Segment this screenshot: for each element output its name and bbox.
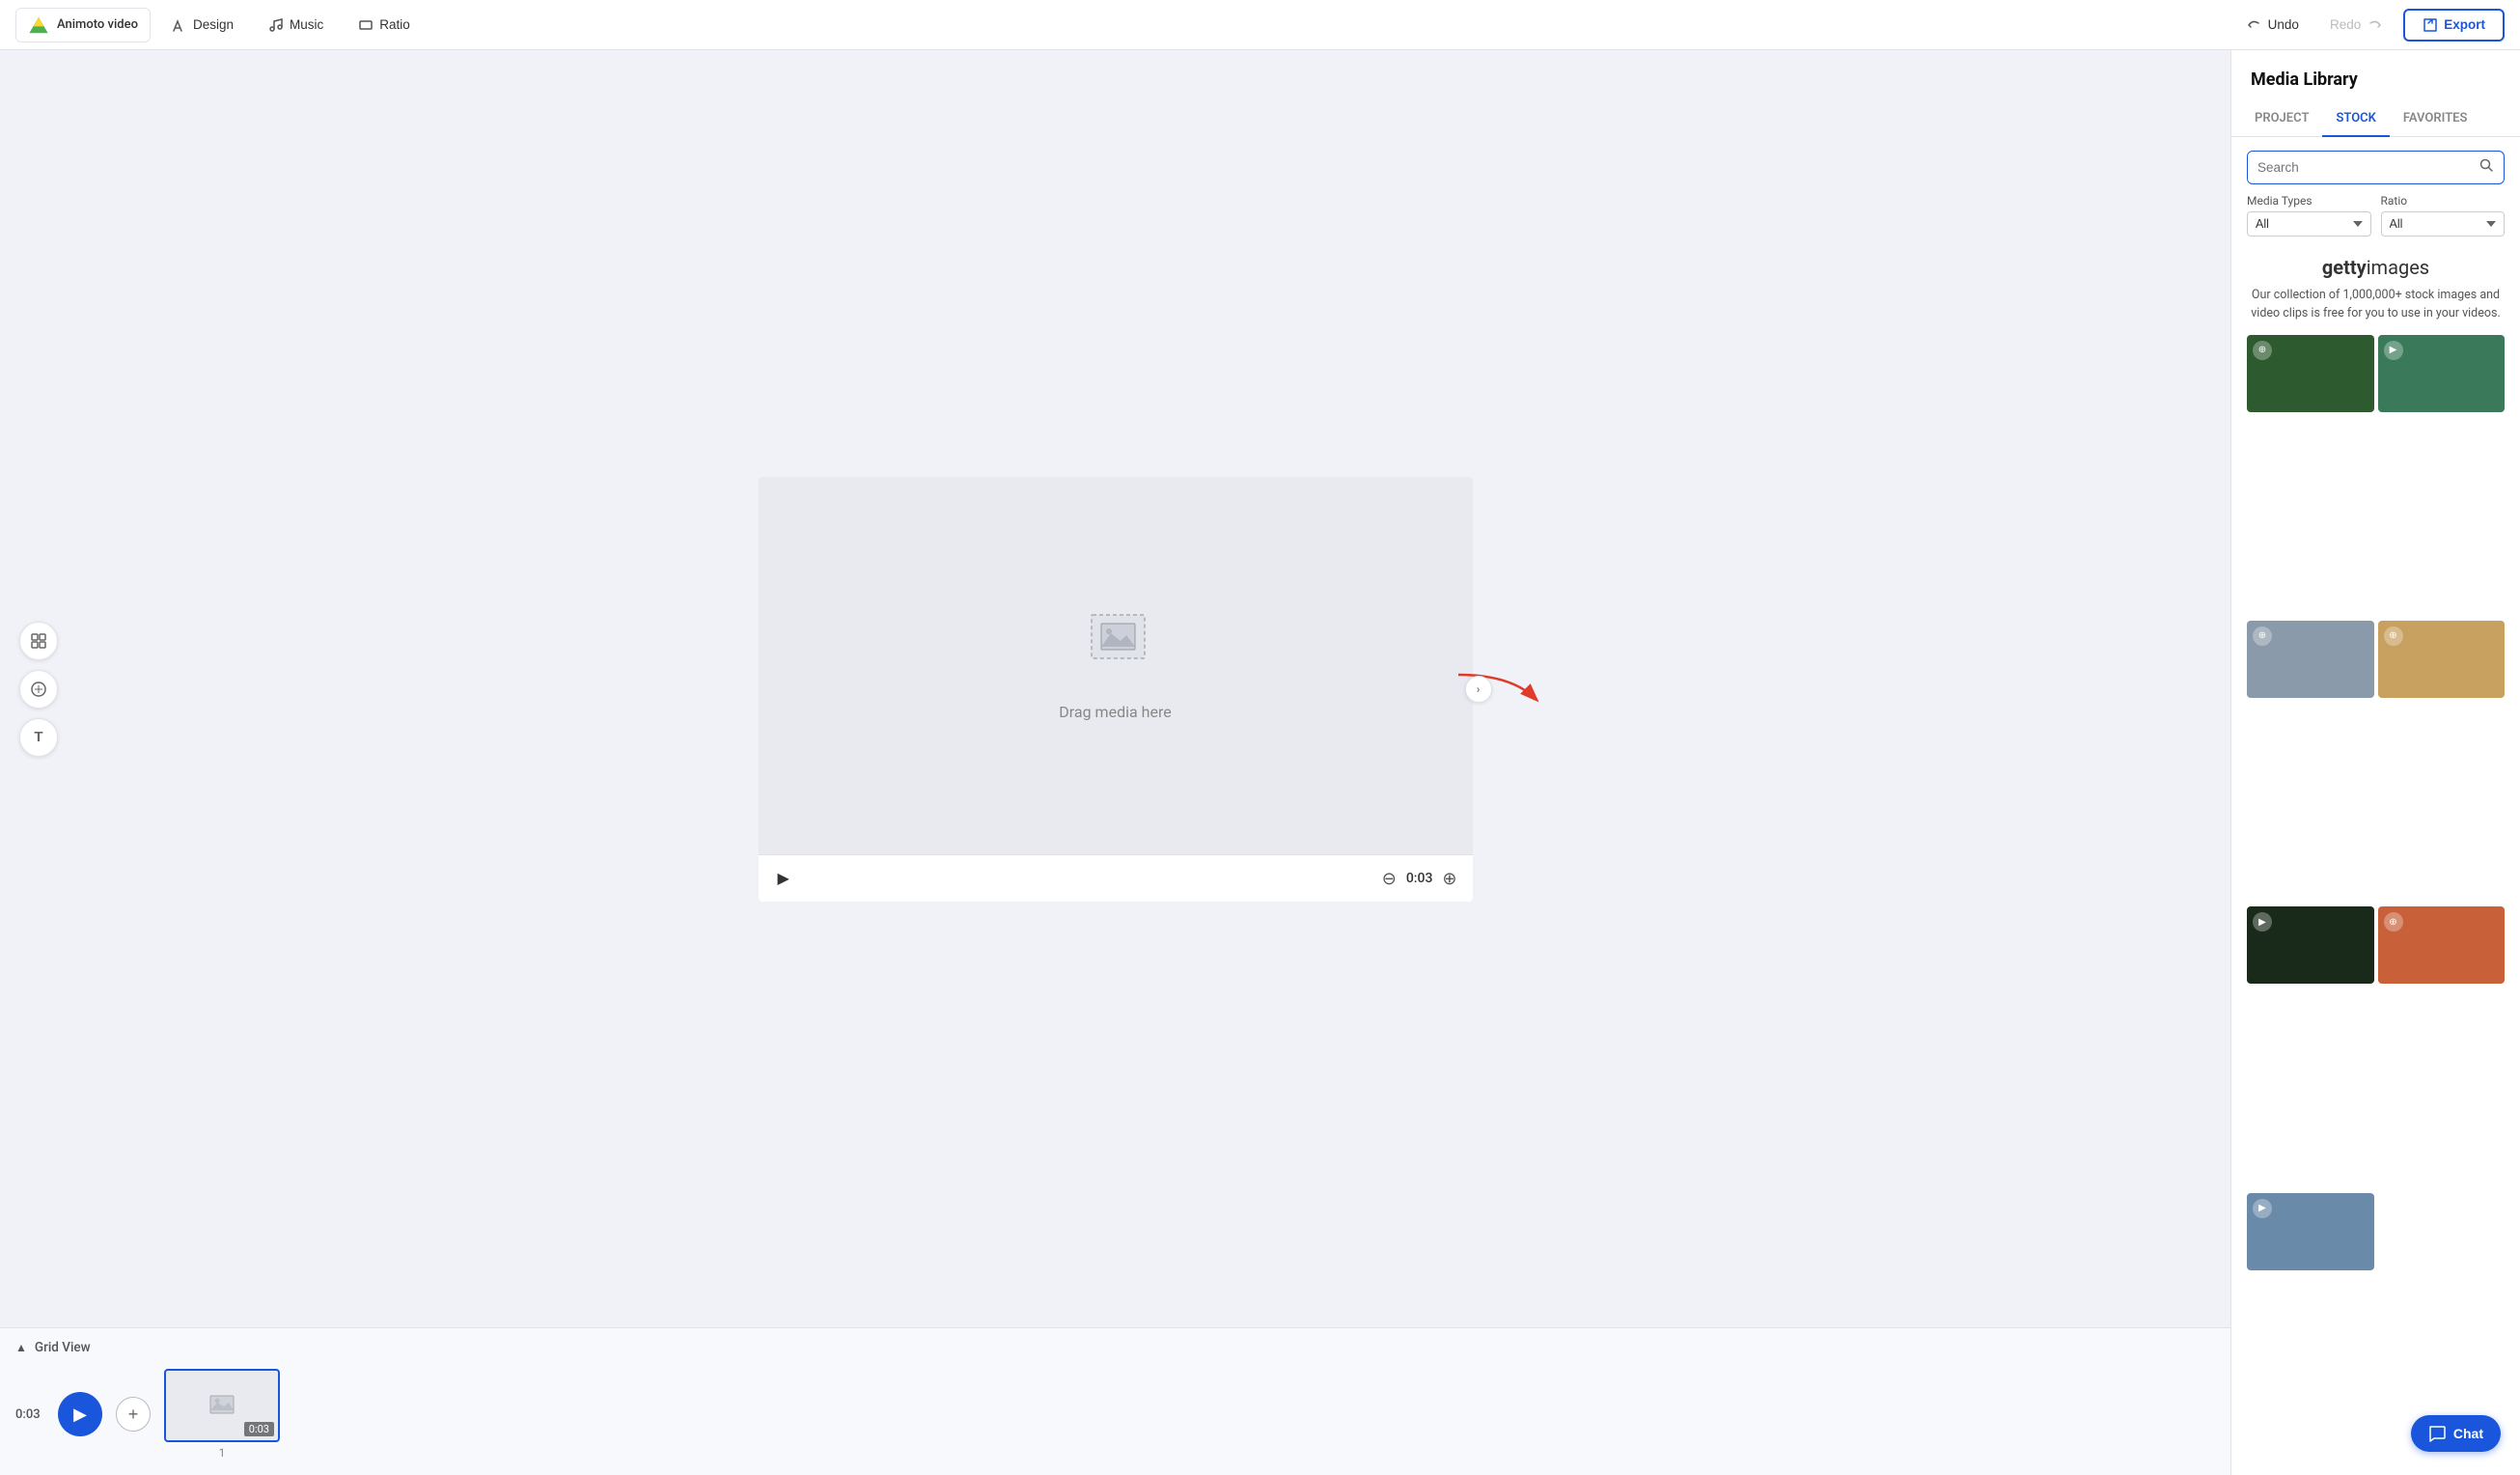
undo-button[interactable]: Undo xyxy=(2233,12,2312,39)
logo-icon xyxy=(28,14,49,36)
canvas-content: Drag media here xyxy=(759,477,1473,854)
chat-label: Chat xyxy=(2453,1426,2483,1441)
clip-duration-badge: 0:03 xyxy=(244,1422,274,1436)
media-types-select[interactable]: All xyxy=(2247,211,2371,237)
timeline-time: 0:03 xyxy=(15,1407,44,1422)
timeline-content: 0:03 ▶ + 0:03 1 xyxy=(15,1369,2215,1460)
search-button[interactable] xyxy=(2469,152,2504,183)
timeline: ▲ Grid View 0:03 ▶ + xyxy=(0,1327,2230,1475)
redo-icon xyxy=(2367,17,2382,33)
ratio-filter-select[interactable]: All xyxy=(2381,211,2506,237)
ratio-button[interactable]: Ratio xyxy=(345,12,424,39)
thumb-zoom-icon-6: ⊕ xyxy=(2384,912,2403,932)
time-increase-button[interactable]: ⊕ xyxy=(1442,870,1456,887)
text-icon: T xyxy=(34,729,42,745)
export-button[interactable]: Export xyxy=(2403,9,2505,42)
music-icon xyxy=(268,17,284,33)
layout-tool-button[interactable] xyxy=(19,622,58,660)
panel-title: Media Library xyxy=(2231,50,2520,90)
time-decrease-button[interactable]: ⊖ xyxy=(1382,870,1397,887)
search-bar xyxy=(2247,151,2505,184)
canvas-controls: ▶ ⊖ 0:03 ⊕ xyxy=(759,854,1473,902)
redo-button[interactable]: Redo xyxy=(2316,12,2395,39)
text-tool-button[interactable]: T xyxy=(19,718,58,757)
panel-tabs: PROJECT STOCK FAVORITES xyxy=(2231,101,2520,137)
color-tool-button[interactable] xyxy=(19,670,58,709)
app-logo[interactable]: Animoto video xyxy=(15,8,151,42)
getty-logo: gettyimages xyxy=(2231,248,2520,283)
media-thumb-2[interactable]: ▶ xyxy=(2378,335,2506,412)
timeline-add-button[interactable]: + xyxy=(116,1397,151,1432)
drag-media-text: Drag media here xyxy=(1059,703,1171,721)
media-thumb-4[interactable]: ⊕ xyxy=(2378,621,2506,698)
getty-description: Our collection of 1,000,000+ stock image… xyxy=(2231,283,2520,335)
left-toolbar: T xyxy=(19,622,58,757)
ratio-icon xyxy=(358,17,374,33)
topbar: Animoto video Design Music Ratio Undo Re… xyxy=(0,0,2520,50)
chevron-up-icon: ▲ xyxy=(15,1341,27,1354)
media-grid: ⊕ ▶ ⊕ ⊕ ▶ ⊕ ▶ xyxy=(2231,335,2520,1475)
search-icon xyxy=(2478,157,2494,173)
app-name: Animoto video xyxy=(57,17,138,32)
clip-placeholder-icon xyxy=(208,1393,236,1418)
main-layout: T Drag media here xyxy=(0,50,2520,1475)
layout-icon xyxy=(30,632,47,650)
media-types-label: Media Types xyxy=(2247,194,2371,208)
tab-project[interactable]: PROJECT xyxy=(2241,101,2322,137)
expand-panel-button[interactable]: › xyxy=(1465,676,1492,703)
timeline-play-button[interactable]: ▶ xyxy=(58,1392,102,1436)
music-button[interactable]: Music xyxy=(255,12,337,39)
chat-icon xyxy=(2428,1425,2446,1442)
export-icon xyxy=(2423,17,2438,33)
media-library-panel: Media Library PROJECT STOCK FAVORITES Me… xyxy=(2230,50,2520,1475)
media-thumb-6[interactable]: ⊕ xyxy=(2378,906,2506,984)
thumb-play-icon-7: ▶ xyxy=(2253,1199,2272,1218)
timeline-clip[interactable]: 0:03 xyxy=(164,1369,280,1442)
timeline-clip-container: 0:03 1 xyxy=(164,1369,280,1460)
chat-button[interactable]: Chat xyxy=(2411,1415,2501,1452)
undo-icon xyxy=(2247,17,2262,33)
undo-redo-group: Undo Redo xyxy=(2233,12,2396,39)
grid-view-label: Grid View xyxy=(35,1340,91,1355)
canvas-preview: Drag media here › ▶ xyxy=(759,477,1473,902)
time-controls: ⊖ 0:03 ⊕ xyxy=(1382,870,1457,887)
canvas-play-button[interactable]: ▶ xyxy=(774,865,793,892)
media-thumb-1[interactable]: ⊕ xyxy=(2247,335,2374,412)
canvas-container: T Drag media here xyxy=(0,50,2230,1327)
thumb-play-icon-5: ▶ xyxy=(2253,912,2272,932)
media-placeholder-icon xyxy=(1072,610,1159,687)
thumb-zoom-icon-4: ⊕ xyxy=(2384,626,2403,646)
timeline-header[interactable]: ▲ Grid View xyxy=(15,1340,2215,1355)
canvas-time-display: 0:03 xyxy=(1406,871,1433,886)
clip-number: 1 xyxy=(219,1446,226,1460)
media-types-filter: Media Types All xyxy=(2247,194,2371,237)
color-icon xyxy=(30,681,47,698)
media-thumb-5[interactable]: ▶ xyxy=(2247,906,2374,984)
thumb-play-icon-2: ▶ xyxy=(2384,341,2403,360)
getty-logo-text: gettyimages xyxy=(2322,256,2429,279)
canvas-area: T Drag media here xyxy=(0,50,2230,1475)
design-icon xyxy=(172,17,187,33)
ratio-filter: Ratio All xyxy=(2381,194,2506,237)
thumb-zoom-icon-1: ⊕ xyxy=(2253,341,2272,360)
search-input[interactable] xyxy=(2248,153,2469,182)
thumb-zoom-icon-3: ⊕ xyxy=(2253,626,2272,646)
ratio-filter-label: Ratio xyxy=(2381,194,2506,208)
tab-favorites[interactable]: FAVORITES xyxy=(2390,101,2481,137)
design-button[interactable]: Design xyxy=(158,12,247,39)
media-thumb-7[interactable]: ▶ xyxy=(2247,1193,2374,1270)
filter-row: Media Types All Ratio All xyxy=(2231,194,2520,248)
tab-stock[interactable]: STOCK xyxy=(2322,101,2389,137)
media-thumb-3[interactable]: ⊕ xyxy=(2247,621,2374,698)
